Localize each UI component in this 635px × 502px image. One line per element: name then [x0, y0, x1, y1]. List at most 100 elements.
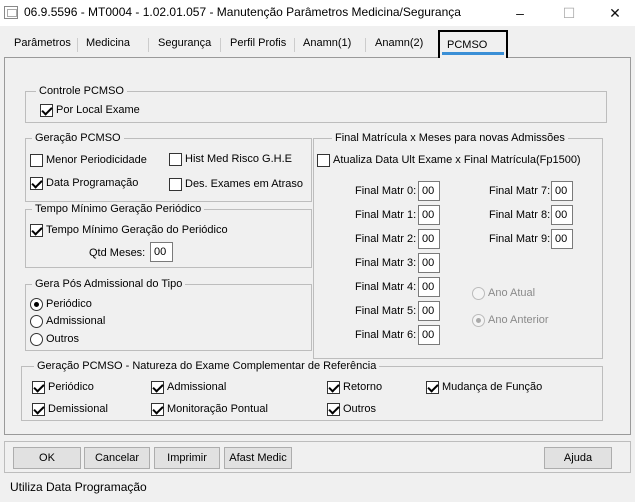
checkbox-box[interactable] — [327, 381, 340, 394]
tab-perfil-profis[interactable]: Perfil Profis — [226, 34, 290, 54]
radio-label: Ano Anterior — [488, 314, 549, 326]
imprimir-button[interactable]: Imprimir — [154, 447, 220, 469]
radio-admissional[interactable]: Admissional — [30, 314, 105, 329]
checkbox-label: Menor Periodicidade — [46, 154, 147, 166]
final-matr-7-input[interactable]: 00 — [551, 181, 573, 201]
checkbox-nat-outros[interactable]: Outros — [327, 402, 376, 417]
checkbox-box[interactable] — [32, 381, 45, 394]
checkbox-label: Admissional — [167, 381, 227, 393]
maximize-button[interactable]: ☐ — [546, 0, 592, 26]
checkbox-box[interactable] — [40, 104, 53, 117]
checkbox-hist-med-risco[interactable]: Hist Med Risco G.H.E — [169, 152, 292, 167]
checkbox-des-exames-atraso[interactable]: Des. Exames em Atraso — [169, 177, 303, 192]
radio-outros[interactable]: Outros — [30, 332, 79, 347]
tab-pcmso-label: PCMSO — [447, 39, 488, 51]
group-final-matricula: Final Matrícula x Meses para novas Admis… — [313, 132, 603, 359]
ajuda-button[interactable]: Ajuda — [544, 447, 612, 469]
radio-label: Ano Atual — [488, 287, 536, 299]
cancelar-button[interactable]: Cancelar — [84, 447, 150, 469]
checkbox-box[interactable] — [426, 381, 439, 394]
checkbox-label: Por Local Exame — [56, 104, 140, 116]
group-legend: Final Matrícula x Meses para novas Admis… — [332, 132, 568, 145]
ok-button[interactable]: OK — [13, 447, 81, 469]
group-geracao-pcmso: Geração PCMSO Menor Periodicidade Hist M… — [25, 132, 312, 202]
radio-circle[interactable] — [30, 298, 43, 311]
checkbox-tempo-minimo[interactable]: Tempo Mínimo Geração do Periódico — [30, 223, 228, 238]
checkbox-nat-demissional[interactable]: Demissional — [32, 402, 108, 417]
group-legend: Controle PCMSO — [36, 85, 127, 98]
tab-separator — [148, 38, 149, 52]
radio-label: Admissional — [46, 315, 106, 327]
tab-seguranca[interactable]: Segurança — [154, 34, 215, 54]
tab-medicina[interactable]: Medicina — [82, 34, 134, 54]
checkbox-box[interactable] — [151, 403, 164, 416]
checkbox-box[interactable] — [32, 403, 45, 416]
tab-separator — [365, 38, 366, 52]
checkbox-data-programacao[interactable]: Data Programação — [30, 176, 138, 191]
checkbox-label: Data Programação — [46, 177, 139, 189]
checkbox-label: Monitoração Pontual — [167, 403, 268, 415]
final-matr-9-input[interactable]: 00 — [551, 229, 573, 249]
final-matr-0-input[interactable]: 00 — [418, 181, 440, 201]
checkbox-box[interactable] — [30, 224, 43, 237]
tab-separator — [77, 38, 78, 52]
radio-circle[interactable] — [30, 333, 43, 346]
radio-circle[interactable] — [472, 287, 485, 300]
final-matr-9-label: Final Matr 9: — [489, 233, 551, 245]
checkbox-box[interactable] — [317, 154, 330, 167]
checkbox-por-local-exame[interactable]: Por Local Exame — [40, 103, 140, 118]
active-tab-indicator — [442, 52, 504, 55]
checkbox-menor-periodicidade[interactable]: Menor Periodicidade — [30, 153, 147, 168]
qtd-meses-input[interactable]: 00 — [150, 242, 173, 262]
tab-anamn-1[interactable]: Anamn(1) — [299, 34, 355, 54]
checkbox-nat-mudanca-funcao[interactable]: Mudança de Função — [426, 380, 542, 395]
afast-medic-button[interactable]: Afast Medic — [224, 447, 292, 469]
checkbox-label: Demissional — [48, 403, 108, 415]
checkbox-nat-periodico[interactable]: Periódico — [32, 380, 94, 395]
tab-anamn-2[interactable]: Anamn(2) — [371, 34, 427, 54]
final-matr-5-label: Final Matr 5: — [355, 305, 417, 317]
final-matr-7-label: Final Matr 7: — [489, 185, 551, 197]
status-text: Utiliza Data Programação — [10, 480, 147, 494]
checkbox-label: Tempo Mínimo Geração do Periódico — [46, 224, 228, 236]
checkbox-box[interactable] — [30, 177, 43, 190]
close-button[interactable]: ✕ — [592, 0, 635, 26]
checkbox-label: Retorno — [343, 381, 383, 393]
checkbox-box[interactable] — [169, 178, 182, 191]
final-matr-4-input[interactable]: 00 — [418, 277, 440, 297]
final-matr-8-input[interactable]: 00 — [551, 205, 573, 225]
checkbox-label: Outros — [343, 403, 377, 415]
final-matr-3-input[interactable]: 00 — [418, 253, 440, 273]
final-matr-2-input[interactable]: 00 — [418, 229, 440, 249]
radio-periodico[interactable]: Periódico — [30, 297, 92, 312]
radio-ano-anterior[interactable]: Ano Anterior — [472, 313, 549, 328]
radio-label: Outros — [46, 333, 80, 345]
final-matr-6-input[interactable]: 00 — [418, 325, 440, 345]
checkbox-atualiza-data[interactable]: Atualiza Data Ult Exame x Final Matrícul… — [317, 153, 581, 168]
tab-bar: Parâmetros Medicina Segurança Perfil Pro… — [0, 30, 635, 58]
final-matr-0-label: Final Matr 0: — [355, 185, 417, 197]
tab-parametros[interactable]: Parâmetros — [10, 34, 75, 54]
final-matr-5-input[interactable]: 00 — [418, 301, 440, 321]
group-legend: Geração PCMSO — [32, 132, 124, 145]
minimize-button[interactable]: – — [497, 0, 543, 26]
radio-ano-atual[interactable]: Ano Atual — [472, 286, 535, 301]
radio-circle[interactable] — [30, 315, 43, 328]
checkbox-nat-retorno[interactable]: Retorno — [327, 380, 382, 395]
group-legend: Tempo Mínimo Geração Periódico — [32, 203, 205, 216]
final-matr-1-input[interactable]: 00 — [418, 205, 440, 225]
tab-pcmso[interactable]: PCMSO — [438, 30, 508, 58]
tab-separator — [220, 38, 221, 52]
checkbox-box[interactable] — [30, 154, 43, 167]
radio-circle[interactable] — [472, 314, 485, 327]
group-natureza-exame: Geração PCMSO - Natureza do Exame Comple… — [21, 360, 603, 421]
checkbox-box[interactable] — [169, 153, 182, 166]
app-icon — [4, 6, 18, 19]
checkbox-box[interactable] — [327, 403, 340, 416]
checkbox-nat-monitoracao-pontual[interactable]: Monitoração Pontual — [151, 402, 268, 417]
final-matr-8-label: Final Matr 8: — [489, 209, 551, 221]
window-title: 06.9.5596 - MT0004 - 1.02.01.057 - Manut… — [24, 5, 461, 19]
tab-panel-pcmso: Controle PCMSO Por Local Exame Geração P… — [4, 57, 631, 435]
checkbox-box[interactable] — [151, 381, 164, 394]
checkbox-nat-admissional[interactable]: Admissional — [151, 380, 226, 395]
